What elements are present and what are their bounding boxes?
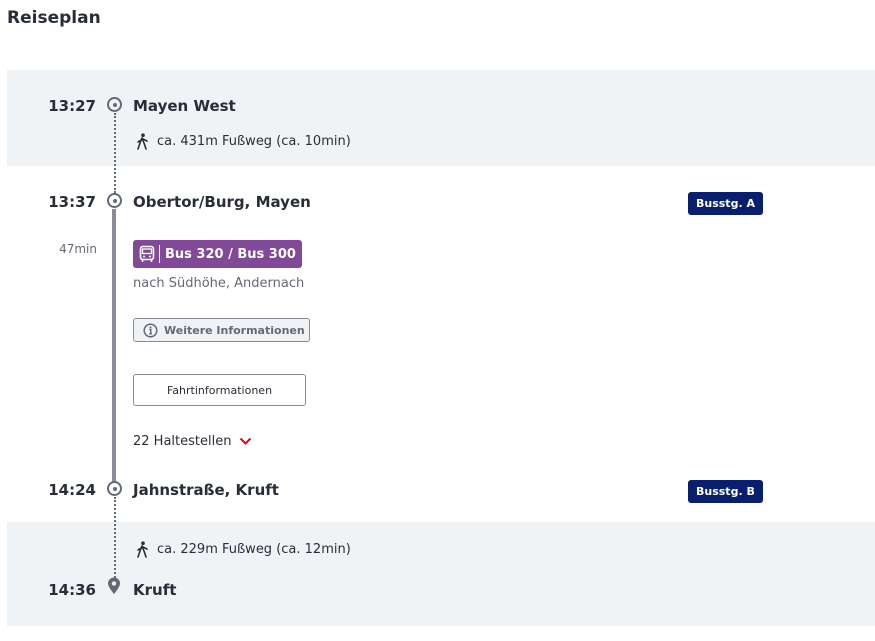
more-info-label: Weitere Informationen: [164, 323, 305, 337]
info-icon: [143, 322, 158, 338]
origin-time: 13:27: [48, 97, 96, 115]
stops-toggle[interactable]: 22 Haltestellen: [133, 434, 252, 449]
walk-icon: [137, 133, 148, 150]
destination-walk-section: [7, 522, 875, 626]
leg-duration: 47min: [59, 242, 97, 256]
destination-walk: ca. 229m Fußweg (ca. 12min): [136, 541, 351, 558]
origin-walk-section: [7, 70, 875, 166]
page-title: Reiseplan: [7, 8, 101, 28]
departure-platform-badge: Busstg. A: [688, 192, 763, 215]
direction-text: nach Südhöhe, Andernach: [133, 276, 305, 291]
origin-stop[interactable]: Mayen West: [133, 97, 236, 115]
stop-dot-icon: [107, 481, 122, 496]
bus-route-line: [112, 209, 116, 483]
bus-icon: [139, 245, 155, 262]
trip-info-button[interactable]: Fahrtinformationen: [133, 374, 306, 406]
location-pin-icon: [108, 577, 120, 594]
walk-connector-line: [114, 497, 116, 581]
arrival-stop[interactable]: Jahnstraße, Kruft: [133, 481, 279, 499]
arrival-platform-badge: Busstg. B: [688, 480, 763, 503]
departure-time: 13:37: [48, 193, 96, 211]
line-name: Bus 320 / Bus 300: [165, 246, 296, 262]
stop-dot-icon: [107, 193, 122, 208]
badge-separator: [159, 245, 160, 263]
stops-count: 22 Haltestellen: [133, 434, 232, 449]
arrival-time: 14:24: [48, 481, 96, 499]
chevron-down-icon: [240, 437, 252, 445]
destination-time: 14:36: [48, 581, 96, 599]
stop-dot-icon: [107, 97, 122, 112]
walk-connector-line: [114, 113, 116, 193]
more-info-button[interactable]: Weitere Informationen: [133, 318, 310, 342]
origin-walk: ca. 431m Fußweg (ca. 10min): [136, 133, 351, 150]
walk-text: ca. 431m Fußweg (ca. 10min): [157, 134, 351, 149]
walk-text: ca. 229m Fußweg (ca. 12min): [157, 542, 351, 557]
destination-stop[interactable]: Kruft: [133, 581, 176, 599]
walk-icon: [137, 541, 148, 558]
departure-stop[interactable]: Obertor/Burg, Mayen: [133, 193, 311, 211]
line-badge[interactable]: Bus 320 / Bus 300: [133, 240, 302, 268]
